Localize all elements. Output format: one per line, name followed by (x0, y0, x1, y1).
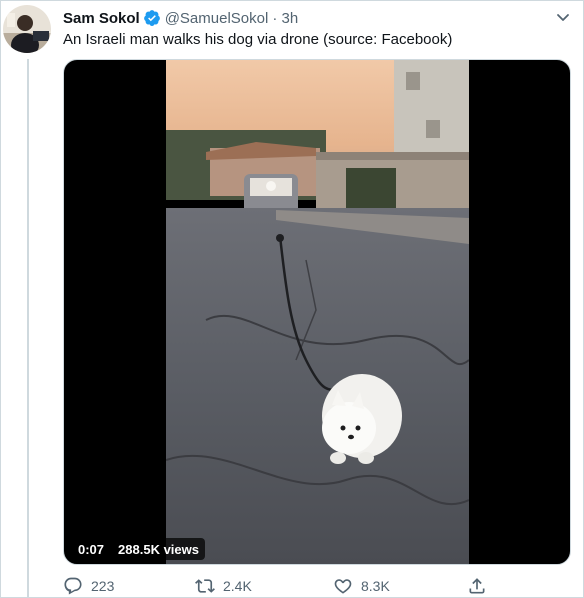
author-handle[interactable]: @SamuelSokol (165, 10, 269, 27)
like-icon (334, 579, 352, 594)
thread-line (27, 59, 29, 598)
video-player[interactable]: 0:07 288.5K views (63, 59, 571, 565)
reply-icon (64, 577, 82, 595)
video-frame (166, 60, 469, 564)
more-options-button[interactable] (551, 5, 575, 29)
retweet-button[interactable]: 2.4K (195, 575, 252, 597)
tweet-header: Sam Sokol @SamuelSokol · 3h (63, 7, 298, 29)
retweet-icon (195, 579, 215, 593)
reply-count: 223 (91, 578, 115, 594)
share-icon (469, 578, 485, 594)
share-button[interactable] (467, 575, 487, 597)
retweet-count: 2.4K (223, 578, 252, 594)
video-time: 0:07 (78, 541, 105, 557)
video-views: 288.5K views (118, 541, 199, 557)
tweet-card: Sam Sokol @SamuelSokol · 3h An Israeli m… (0, 0, 584, 598)
author-name[interactable]: Sam Sokol (63, 10, 140, 27)
like-count: 8.3K (361, 578, 390, 594)
tweet-timestamp[interactable]: · 3h (272, 10, 298, 27)
like-button[interactable]: 8.3K (333, 575, 390, 597)
video-overlay: 0:07 288.5K views (72, 538, 205, 560)
avatar[interactable] (3, 5, 51, 53)
tweet-text: An Israeli man walks his dog via drone (… (63, 31, 453, 48)
tweet-actions: 223 2.4K 8.3K (63, 575, 493, 597)
chevron-down-icon (557, 14, 569, 21)
verified-badge-icon (143, 9, 161, 27)
reply-button[interactable]: 223 (63, 575, 114, 597)
